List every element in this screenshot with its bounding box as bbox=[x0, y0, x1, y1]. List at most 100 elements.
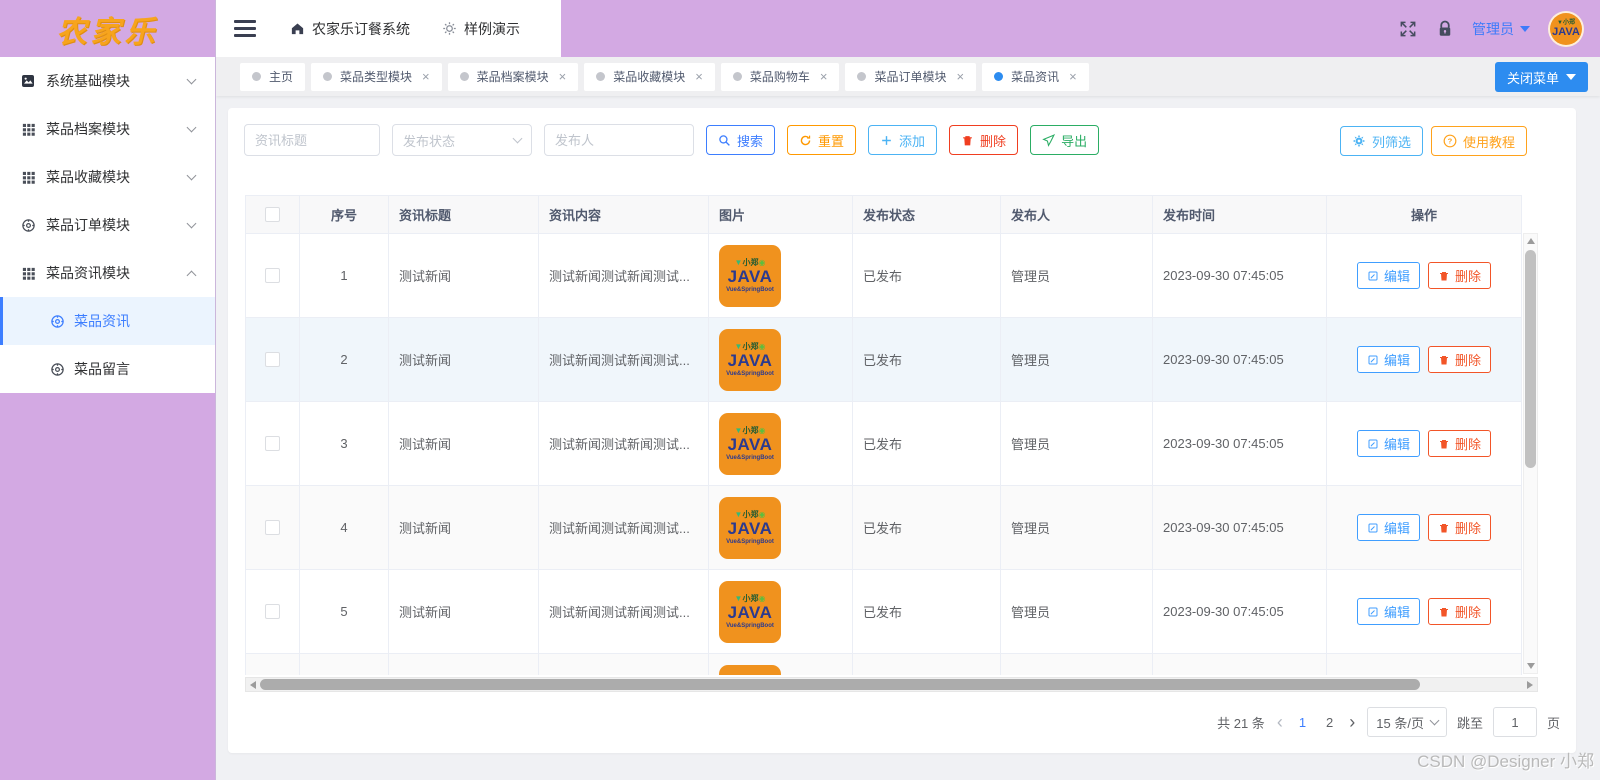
row-checkbox[interactable] bbox=[265, 520, 280, 535]
row-checkbox[interactable] bbox=[265, 604, 280, 619]
close-icon[interactable]: × bbox=[956, 70, 964, 83]
tab-item[interactable]: 菜品购物车 × bbox=[720, 62, 840, 91]
grid-icon bbox=[20, 121, 36, 137]
cell-image: ▼小郑◉JAVAVue&SpringBoot bbox=[709, 234, 853, 318]
scroll-down-icon[interactable] bbox=[1526, 663, 1535, 669]
avatar[interactable]: ▼小郑 JAVA bbox=[1548, 10, 1584, 47]
topnav-system[interactable]: 农家乐订餐系统 bbox=[274, 0, 426, 57]
lock-icon[interactable] bbox=[1436, 20, 1454, 38]
chevron-down-icon bbox=[186, 122, 197, 133]
row-edit-button[interactable]: 编辑 bbox=[1356, 430, 1420, 457]
close-menu-button[interactable]: 关闭菜单 bbox=[1494, 62, 1588, 92]
tab-label: 菜品档案模块 bbox=[476, 70, 549, 84]
chevron-down-icon bbox=[512, 133, 523, 144]
news-image: ▼小郑◉JAVAVue&SpringBoot bbox=[719, 412, 781, 475]
scroll-up-icon[interactable] bbox=[1526, 238, 1535, 244]
tab-item[interactable]: 菜品类型模块 × bbox=[311, 62, 442, 91]
export-button[interactable]: 导出 bbox=[1030, 125, 1100, 155]
vertical-scrollbar-thumb[interactable] bbox=[1525, 250, 1536, 468]
tab-item[interactable]: 菜品收藏模块 × bbox=[584, 62, 715, 91]
sidebar-subitem[interactable]: 菜品资讯 bbox=[0, 297, 215, 345]
tab-item[interactable]: 菜品订单模块 × bbox=[845, 62, 977, 91]
close-icon[interactable]: × bbox=[422, 70, 430, 83]
cell-title bbox=[389, 654, 539, 675]
row-checkbox[interactable] bbox=[265, 352, 280, 367]
tab-dot-icon bbox=[252, 72, 261, 81]
topnav-demo[interactable]: 样例演示 bbox=[426, 0, 536, 57]
sidebar-subitem[interactable]: 菜品留言 bbox=[0, 345, 215, 393]
sidebar-subitem-label: 菜品资讯 bbox=[74, 313, 130, 329]
horizontal-scrollbar-thumb[interactable] bbox=[260, 679, 1420, 690]
row-checkbox[interactable] bbox=[265, 436, 280, 451]
tab-dot-icon bbox=[323, 72, 333, 81]
next-page-button[interactable]: › bbox=[1347, 713, 1357, 731]
question-circle-icon: ? bbox=[1443, 134, 1457, 148]
tab-label: 菜品类型模块 bbox=[340, 70, 413, 84]
cell-image: ▼小郑◉JAVAVue&SpringBoot bbox=[709, 486, 853, 570]
horizontal-scrollbar[interactable] bbox=[245, 677, 1538, 692]
row-checkbox[interactable] bbox=[265, 268, 280, 283]
row-delete-button[interactable]: 删除 bbox=[1428, 346, 1492, 373]
jump-page-input[interactable] bbox=[1492, 707, 1537, 737]
add-button[interactable]: 添加 bbox=[868, 125, 938, 155]
chevron-down-icon bbox=[186, 170, 197, 181]
page-size-select[interactable]: 15 条/页 bbox=[1367, 707, 1447, 737]
column-filter-button[interactable]: 列筛选 bbox=[1339, 126, 1423, 156]
tutorial-button[interactable]: ? 使用教程 bbox=[1430, 126, 1527, 156]
delete-button[interactable]: 删除 bbox=[949, 125, 1019, 155]
cell-no bbox=[300, 654, 389, 675]
publisher-filter-input[interactable] bbox=[544, 124, 694, 156]
scroll-right-icon[interactable] bbox=[1527, 680, 1533, 689]
cell-content: 测试新闻测试新闻测试... bbox=[539, 234, 709, 318]
row-delete-button[interactable]: 删除 bbox=[1428, 430, 1492, 457]
row-edit-button[interactable]: 编辑 bbox=[1356, 514, 1420, 541]
status-filter-select[interactable]: 发布状态 bbox=[392, 124, 532, 156]
row-edit-button[interactable]: 编辑 bbox=[1356, 598, 1420, 625]
edit-icon bbox=[1368, 607, 1378, 616]
close-icon[interactable]: × bbox=[559, 70, 567, 83]
cell-time: 2023-09-30 07:45:05 bbox=[1153, 486, 1327, 570]
scroll-left-icon[interactable] bbox=[250, 680, 256, 689]
cell-title: 测试新闻 bbox=[389, 318, 539, 402]
trash-icon bbox=[1440, 607, 1448, 616]
row-edit-button[interactable]: 编辑 bbox=[1356, 346, 1420, 373]
select-all-checkbox[interactable] bbox=[265, 207, 280, 222]
row-edit-button[interactable]: 编辑 bbox=[1356, 262, 1420, 289]
sidebar-item[interactable]: 菜品订单模块 bbox=[0, 201, 215, 249]
reset-button[interactable]: 重置 bbox=[787, 125, 857, 155]
cell-time: 2023-09-30 07:45:05 bbox=[1153, 234, 1327, 318]
content-card: 发布状态 搜索 重置 添加 删除 导出 列筛选 ? bbox=[228, 108, 1576, 753]
total-count: 共 21 条 bbox=[1217, 715, 1265, 731]
menu-toggle-icon[interactable] bbox=[216, 0, 274, 57]
row-delete-button[interactable]: 删除 bbox=[1428, 514, 1492, 541]
user-menu[interactable]: 管理员 bbox=[1472, 19, 1530, 39]
sidebar-item[interactable]: 菜品收藏模块 bbox=[0, 153, 215, 201]
cell-title: 测试新闻 bbox=[389, 234, 539, 318]
tab-item[interactable]: 菜品档案模块 × bbox=[447, 62, 579, 91]
vertical-scrollbar[interactable] bbox=[1523, 233, 1538, 674]
cell-time: 2023-09-30 07:45:05 bbox=[1153, 318, 1327, 402]
close-icon[interactable]: × bbox=[695, 70, 703, 83]
sidebar-item[interactable]: 系统基础模块 bbox=[0, 57, 215, 105]
fullscreen-icon[interactable] bbox=[1398, 19, 1418, 39]
news-image: ▼小郑◉JAVAVue&SpringBoot bbox=[719, 664, 781, 675]
row-delete-button[interactable]: 删除 bbox=[1428, 262, 1492, 289]
tab-active[interactable]: 菜品资讯 × bbox=[982, 62, 1089, 91]
close-icon[interactable]: × bbox=[1069, 70, 1077, 83]
column-header: 发布人 bbox=[1001, 196, 1153, 234]
chevron-down-icon bbox=[1429, 715, 1440, 726]
sidebar-item[interactable]: 菜品资讯模块 bbox=[0, 249, 215, 297]
page-number-1[interactable]: 1 bbox=[1295, 715, 1310, 730]
prev-page-button[interactable]: ‹ bbox=[1275, 713, 1285, 731]
search-button[interactable]: 搜索 bbox=[706, 125, 776, 155]
close-icon[interactable]: × bbox=[820, 70, 828, 83]
title-filter-input[interactable] bbox=[244, 124, 380, 156]
tab-item[interactable]: 主页 bbox=[240, 62, 306, 91]
sidebar-item[interactable]: 菜品档案模块 bbox=[0, 105, 215, 153]
cell-no: 3 bbox=[300, 402, 389, 486]
gear-icon bbox=[1352, 134, 1366, 148]
row-delete-button[interactable]: 删除 bbox=[1428, 598, 1492, 625]
chevron-down-icon bbox=[186, 218, 197, 229]
table-row: 3 测试新闻 测试新闻测试新闻测试... ▼小郑◉ JAVA Vue&SpringBoot… bbox=[246, 402, 1521, 486]
page-number-2[interactable]: 2 bbox=[1322, 715, 1337, 730]
